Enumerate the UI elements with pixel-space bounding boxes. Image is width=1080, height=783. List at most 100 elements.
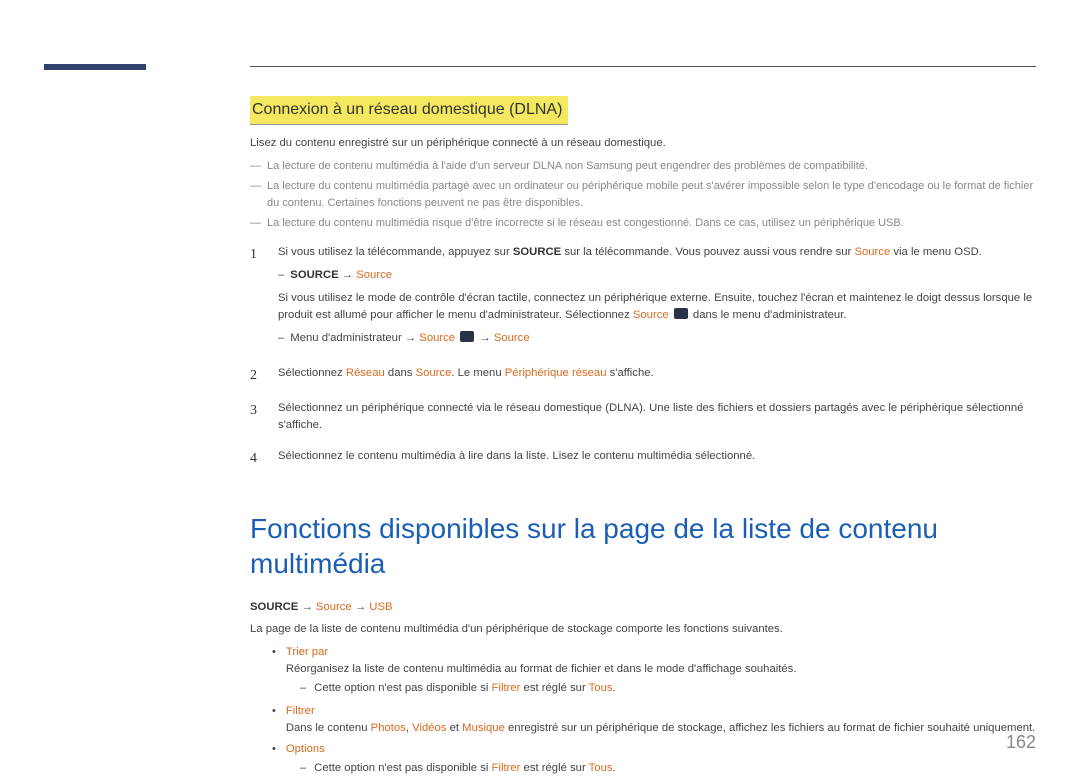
page-content: Connexion à un réseau domestique (DLNA) … — [250, 96, 1036, 783]
text: Cette option n'est pas disponible si — [314, 762, 491, 774]
step-number: 4 — [250, 448, 266, 469]
section-heading: Connexion à un réseau domestique (DLNA) — [250, 96, 568, 125]
feature-desc: Réorganisez la liste de contenu multiméd… — [286, 661, 1036, 678]
text: est réglé sur — [520, 762, 588, 774]
tous-link: Tous — [589, 762, 613, 774]
sub-item: – Menu d'administrateur → Source → Sourc… — [278, 330, 1036, 347]
text: . Le menu — [451, 367, 504, 379]
text: Menu d'administrateur → — [290, 332, 419, 344]
feature-label: Options — [286, 743, 325, 755]
text: Sélectionnez — [278, 367, 346, 379]
step-number: 3 — [250, 400, 266, 434]
features-list: • Trier par Réorganisez la liste de cont… — [272, 644, 1036, 779]
source-link: Source — [419, 332, 455, 344]
source-link: Source — [854, 246, 890, 258]
main-heading: Fonctions disponibles sur la page de la … — [250, 511, 1036, 581]
text: s'affiche. — [607, 367, 654, 379]
source-link: Source — [633, 309, 669, 321]
section-intro: Lisez du contenu enregistré sur un périp… — [250, 135, 1036, 152]
source-link: Source — [494, 332, 530, 344]
sub-text: Cette option n'est pas disponible si Fil… — [314, 680, 616, 697]
step-body: Sélectionnez Réseau dans Source. Le menu… — [278, 365, 1036, 386]
note-item: ― La lecture du contenu multimédia risqu… — [250, 215, 1036, 232]
note-text: La lecture du contenu multimédia partagé… — [267, 178, 1036, 211]
header-rule — [250, 66, 1036, 67]
step-number: 2 — [250, 365, 266, 386]
note-text: La lecture de contenu multimédia à l'aid… — [267, 158, 868, 175]
text: dans le menu d'administrateur. — [690, 309, 847, 321]
dash-icon: ― — [250, 178, 261, 211]
text: et — [446, 722, 462, 734]
feature-body: Trier par Réorganisez la liste de conten… — [286, 644, 1036, 699]
bullet-icon: • — [272, 703, 276, 737]
note-item: ― La lecture du contenu multimédia parta… — [250, 178, 1036, 211]
feature-label: Trier par — [286, 646, 328, 658]
photos-link: Photos — [371, 722, 406, 734]
dash-icon: – — [300, 680, 306, 697]
feature-sub-item: – Cette option n'est pas disponible si F… — [300, 680, 1036, 697]
arrow-text: → — [298, 601, 316, 613]
text: . — [613, 682, 616, 694]
sub-text: SOURCE → Source — [290, 267, 392, 284]
note-item: ― La lecture de contenu multimédia à l'a… — [250, 158, 1036, 175]
steps-list: 1 Si vous utilisez la télécommande, appu… — [250, 244, 1036, 469]
step-4: 4 Sélectionnez le contenu multimédia à l… — [250, 448, 1036, 469]
step-number: 1 — [250, 244, 266, 351]
big-intro: La page de la liste de contenu multimédi… — [250, 621, 1036, 638]
text: Si vous utilisez la télécommande, appuye… — [278, 246, 513, 258]
dash-icon: – — [278, 330, 284, 347]
source-link: Source — [356, 269, 392, 281]
arrow-text: → — [352, 601, 370, 613]
text: dans — [385, 367, 416, 379]
text: est réglé sur — [520, 682, 588, 694]
text: . — [613, 762, 616, 774]
source-chip-icon — [460, 331, 474, 342]
step-1: 1 Si vous utilisez la télécommande, appu… — [250, 244, 1036, 351]
dash-icon: ― — [250, 158, 261, 175]
note-text: La lecture du contenu multimédia risque … — [267, 215, 904, 232]
text: → — [476, 332, 494, 344]
text: Dans le contenu — [286, 722, 371, 734]
feature-label: Filtrer — [286, 705, 315, 717]
text: via le menu OSD. — [890, 246, 982, 258]
filtrer-link: Filtrer — [492, 682, 521, 694]
source-keyword: SOURCE — [290, 269, 338, 281]
feature-sublist: – Cette option n'est pas disponible si F… — [300, 680, 1036, 697]
step-sublist: – Menu d'administrateur → Source → Sourc… — [278, 330, 1036, 347]
step-body: Sélectionnez le contenu multimédia à lir… — [278, 448, 1036, 469]
feature-trier: • Trier par Réorganisez la liste de cont… — [272, 644, 1036, 699]
text: enregistré sur un périphérique de stocka… — [505, 722, 1035, 734]
source-link: Source — [416, 367, 452, 379]
feature-filtrer: • Filtrer Dans le contenu Photos, Vidéos… — [272, 703, 1036, 737]
feature-options: • Options – Cette option n'est pas dispo… — [272, 741, 1036, 779]
bullet-icon: • — [272, 644, 276, 699]
feature-body: Options – Cette option n'est pas disponi… — [286, 741, 1036, 779]
musique-link: Musique — [462, 722, 505, 734]
videos-link: Vidéos — [412, 722, 446, 734]
header-marker — [44, 64, 146, 70]
step-body: Si vous utilisez la télécommande, appuye… — [278, 244, 1036, 351]
text: Cette option n'est pas disponible si — [314, 682, 491, 694]
dash-icon: – — [278, 267, 284, 284]
peripherique-link: Périphérique réseau — [505, 367, 607, 379]
source-chip-icon — [674, 308, 688, 319]
step-2: 2 Sélectionnez Réseau dans Source. Le me… — [250, 365, 1036, 386]
sub-item: – SOURCE → Source — [278, 267, 1036, 284]
nav-path: SOURCE → Source → USB — [250, 599, 1036, 616]
step-3: 3 Sélectionnez un périphérique connecté … — [250, 400, 1036, 434]
feature-desc: Dans le contenu Photos, Vidéos et Musiqu… — [286, 720, 1036, 737]
notes-list: ― La lecture de contenu multimédia à l'a… — [250, 158, 1036, 232]
step-line2: Si vous utilisez le mode de contrôle d'é… — [278, 290, 1036, 324]
source-keyword: SOURCE — [250, 601, 298, 613]
arrow-text: → — [339, 269, 357, 281]
usb-link: USB — [369, 601, 392, 613]
sub-text: Menu d'administrateur → Source → Source — [290, 330, 529, 347]
reseau-link: Réseau — [346, 367, 385, 379]
dash-icon: ― — [250, 215, 261, 232]
text: sur la télécommande. Vous pouvez aussi v… — [561, 246, 854, 258]
filtrer-link: Filtrer — [492, 762, 521, 774]
bullet-icon: • — [272, 741, 276, 779]
feature-body: Filtrer Dans le contenu Photos, Vidéos e… — [286, 703, 1036, 737]
step-body: Sélectionnez un périphérique connecté vi… — [278, 400, 1036, 434]
source-link: Source — [316, 601, 352, 613]
